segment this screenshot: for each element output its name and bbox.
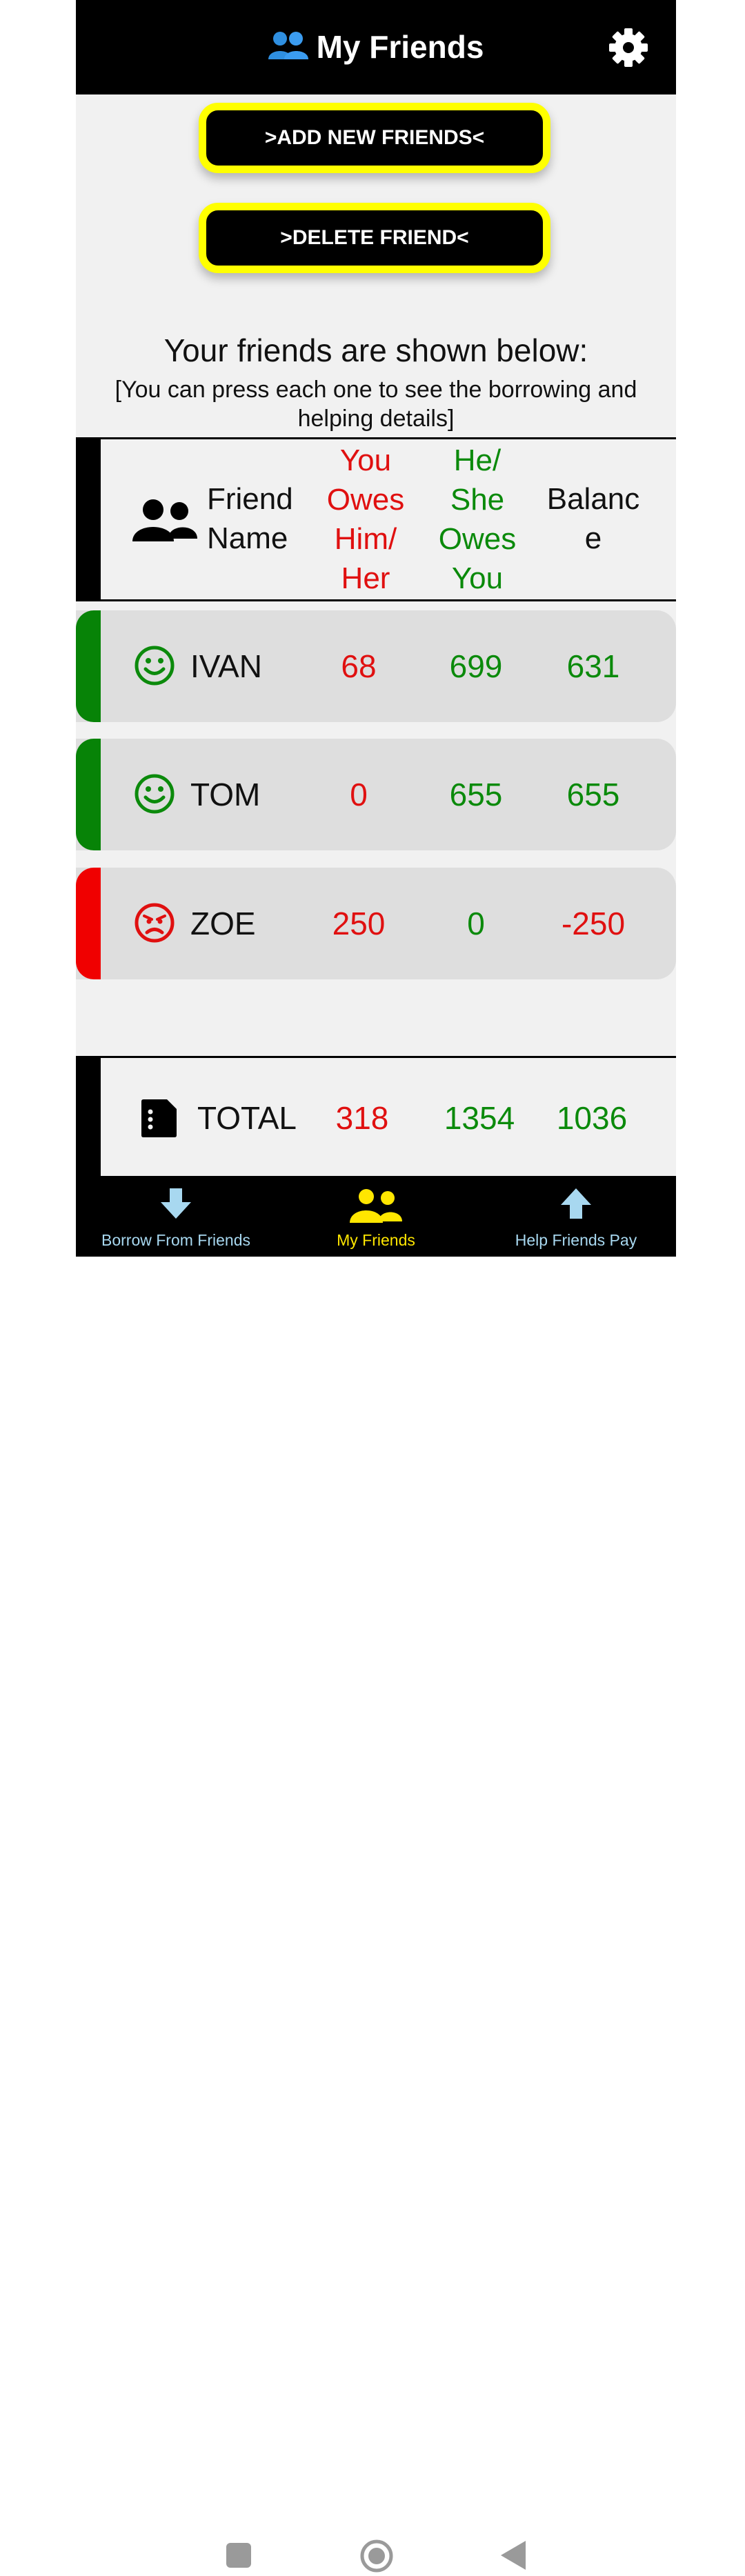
add-new-friends-button[interactable]: >ADD NEW FRIENDS< xyxy=(199,103,550,173)
app-screen: My Friends >ADD NEW FRIENDS< >DELETE FRI… xyxy=(76,0,676,1257)
angry-face-icon xyxy=(134,902,175,943)
nav-label: Help Friends Pay xyxy=(515,1231,637,1249)
nav-label: Borrow From Friends xyxy=(101,1231,250,1249)
col-owes-you-line3: Owes xyxy=(438,522,517,556)
friends-intro-heading: Your friends are shown below: xyxy=(163,332,588,368)
arrow-down-icon xyxy=(76,1188,276,1223)
col-you-owe-line2: Owes xyxy=(326,483,405,517)
col-owes-you: He/ She Owes You xyxy=(429,441,526,598)
balance-value: 655 xyxy=(566,777,620,812)
col-friend-name-line2: Name xyxy=(207,521,288,555)
settings-gear-icon[interactable] xyxy=(608,28,648,68)
smiley-face-icon xyxy=(134,773,175,815)
col-owes-you-line4: You xyxy=(451,561,504,595)
col-you-owe-line3: Him/ xyxy=(334,522,397,556)
status-bar xyxy=(76,610,101,722)
app-header: My Friends xyxy=(76,0,676,94)
col-owes-you-line2: She xyxy=(450,483,505,517)
col-you-owe-line1: You xyxy=(339,443,392,477)
header-accent-bar xyxy=(76,439,101,599)
totals-row: TOTAL 318 1354 1036 xyxy=(76,1056,676,1176)
nav-label: My Friends xyxy=(337,1231,415,1249)
owes-you-value: 699 xyxy=(449,648,503,684)
home-icon[interactable] xyxy=(360,2539,393,2576)
recent-apps-icon[interactable] xyxy=(226,2543,251,2571)
document-icon xyxy=(139,1098,178,1141)
total-label: TOTAL xyxy=(197,1100,297,1136)
total-you-owe: 318 xyxy=(335,1100,389,1136)
balance-value: -250 xyxy=(561,906,626,941)
friends-icon xyxy=(276,1188,476,1223)
friend-name: IVAN xyxy=(190,648,262,684)
nav-my-friends[interactable]: My Friends xyxy=(276,1176,476,1257)
nav-borrow-from-friends[interactable]: Borrow From Friends xyxy=(76,1176,276,1257)
page-title: My Friends xyxy=(76,28,676,69)
status-bar xyxy=(76,868,101,979)
friends-table-header: Friend Name You Owes Him/ Her He/ She Ow… xyxy=(76,437,676,601)
friends-intro-hint: [You can press each one to see the borro… xyxy=(115,377,637,432)
friend-row-zoe[interactable]: ZOE 250 0 -250 xyxy=(76,868,676,979)
friend-name: TOM xyxy=(190,777,261,812)
owes-you-value: 655 xyxy=(449,777,503,812)
friend-row-ivan[interactable]: IVAN 68 699 631 xyxy=(76,610,676,722)
back-icon[interactable] xyxy=(501,2541,526,2573)
total-owes-you: 1354 xyxy=(444,1100,515,1136)
friends-icon xyxy=(268,30,308,69)
col-balance-line1: Balanc xyxy=(546,482,640,516)
col-owes-you-line1: He/ xyxy=(453,443,501,477)
friend-row-tom[interactable]: TOM 0 655 655 xyxy=(76,739,676,850)
bottom-navigation: Borrow From Friends My Friends Help Frie… xyxy=(76,1176,676,1257)
col-friend-name-line1: Friend xyxy=(207,482,293,516)
status-bar xyxy=(76,739,101,850)
col-friend-name: Friend Name xyxy=(207,479,293,558)
owes-you-value: 0 xyxy=(467,906,485,941)
page-title-text: My Friends xyxy=(316,29,484,65)
you-owe-value: 68 xyxy=(341,648,377,684)
system-navigation-bar xyxy=(0,1257,745,2573)
you-owe-value: 0 xyxy=(350,777,368,812)
delete-friend-button[interactable]: >DELETE FRIEND< xyxy=(199,203,550,273)
people-icon xyxy=(132,499,197,545)
col-you-owe-line4: Her xyxy=(341,561,390,595)
col-balance-line2: e xyxy=(584,521,602,555)
col-balance: Balanc e xyxy=(538,479,648,558)
arrow-up-icon xyxy=(476,1188,676,1223)
balance-value: 631 xyxy=(566,648,620,684)
nav-help-friends-pay[interactable]: Help Friends Pay xyxy=(476,1176,676,1257)
col-you-owe: You Owes Him/ Her xyxy=(317,441,414,598)
you-owe-value: 250 xyxy=(332,906,386,941)
total-accent-bar xyxy=(76,1058,101,1176)
smiley-face-icon xyxy=(134,645,175,686)
total-balance: 1036 xyxy=(556,1100,628,1136)
friend-name: ZOE xyxy=(190,906,256,941)
